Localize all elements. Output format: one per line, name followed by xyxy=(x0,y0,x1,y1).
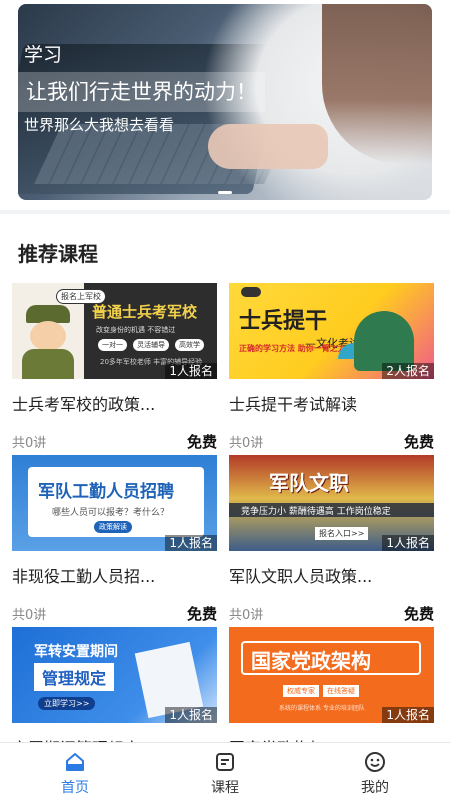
thumb-headline: 普通士兵考军校 xyxy=(92,303,198,321)
tab-label: 课程 xyxy=(211,780,239,796)
thumb-headline: 军队文职 xyxy=(269,471,349,495)
course-card[interactable]: 军队工勤人员招聘 哪些人员可以报考？考什么？ 政策解读 1人报名 非现役工勤人员… xyxy=(12,455,217,627)
thumb-tags: 权威专家 在线答疑 xyxy=(283,685,359,697)
recommended-courses-section: 推荐课程 报名上军校 普通士兵考军校 改变身份的机遇 不容错过 一对一 灵活辅导… xyxy=(0,214,450,759)
enroll-count-badge: 2人报名 xyxy=(382,363,434,379)
course-title: 士兵考军校的政策... xyxy=(12,395,156,414)
thumb-pill: 一对一 xyxy=(98,339,127,351)
bottom-tab-bar: 首页 课程 我的 xyxy=(0,742,450,800)
tab-label: 首页 xyxy=(61,780,89,796)
thumb-headline: 士兵提干 xyxy=(239,309,328,334)
lesson-count: 共0讲 xyxy=(229,608,264,623)
course-thumbnail: 士兵提干 —文化考试 正确的学习方法 助你一臂之力！ 2人报名 xyxy=(229,283,434,379)
course-card[interactable]: 报名上军校 普通士兵考军校 改变身份的机遇 不容错过 一对一 灵活辅导 高效学 … xyxy=(12,283,217,455)
course-title: 军队文职人员政策... xyxy=(229,567,373,586)
home-icon xyxy=(64,751,86,773)
lesson-count: 共0讲 xyxy=(12,608,47,623)
lesson-count: 共0讲 xyxy=(12,436,47,451)
thumb-footnote: 系统的课程体系 专业的培训团队 xyxy=(279,705,365,712)
course-card[interactable]: 军队文职 竞争压力小 薪酬待遇高 工作岗位稳定 报名入口>> 1人报名 军队文职… xyxy=(229,455,434,627)
course-meta: 共0讲 免费 xyxy=(12,431,217,452)
lesson-count: 共0讲 xyxy=(229,436,264,451)
course-title: 士兵提干考试解读 xyxy=(229,395,358,414)
course-grid: 报名上军校 普通士兵考军校 改变身份的机遇 不容错过 一对一 灵活辅导 高效学 … xyxy=(0,283,450,759)
soldier-body-graphic xyxy=(22,349,74,379)
banner-container: 学习 让我们行走世界的动力！ 世界那么大我想去看看 xyxy=(0,0,450,210)
thumb-button: 政策解读 xyxy=(94,521,132,533)
thumb-pills: 一对一 灵活辅导 高效学 xyxy=(98,339,204,351)
carousel-dot xyxy=(218,191,232,194)
course-title: 非现役工勤人员招... xyxy=(12,567,156,586)
banner-headline: 让我们行走世界的动力！ xyxy=(18,72,265,112)
course-thumbnail: 国家党政架构 权威专家 在线答疑 系统的课程体系 专业的培训团队 1人报名 xyxy=(229,627,434,723)
course-price: 免费 xyxy=(186,433,217,451)
thumb-button: 立即学习>> xyxy=(38,697,96,710)
tab-profile[interactable]: 我的 xyxy=(300,743,450,800)
course-price: 免费 xyxy=(186,605,217,623)
course-card[interactable]: 士兵提干 —文化考试 正确的学习方法 助你一臂之力！ 2人报名 士兵提干考试解读… xyxy=(229,283,434,455)
carousel-indicator xyxy=(218,191,232,194)
course-card[interactable]: 国家党政架构 权威专家 在线答疑 系统的课程体系 专业的培训团队 1人报名 国家… xyxy=(229,627,434,759)
course-thumbnail: 军队文职 竞争压力小 薪酬待遇高 工作岗位稳定 报名入口>> 1人报名 xyxy=(229,455,434,551)
thumb-subline: 改变身份的机遇 不容错过 xyxy=(96,326,176,334)
enroll-count-badge: 1人报名 xyxy=(165,535,217,551)
enroll-count-badge: 1人报名 xyxy=(165,363,217,379)
course-thumbnail: 报名上军校 普通士兵考军校 改变身份的机遇 不容错过 一对一 灵活辅导 高效学 … xyxy=(12,283,217,379)
profile-icon xyxy=(364,751,386,773)
thumb-pill: 高效学 xyxy=(175,339,204,351)
thumb-tag: 在线答疑 xyxy=(323,685,359,697)
soldier-graphic xyxy=(354,311,414,371)
banner-hand-graphic xyxy=(208,124,328,169)
thumb-button: 报名入口>> xyxy=(315,527,369,540)
thumb-subline: 哪些人员可以报考？考什么？ xyxy=(52,508,170,518)
thumb-headline: 军转安置期间 xyxy=(34,644,118,660)
thumb-headline: 国家党政架构 xyxy=(251,649,371,673)
soldier-face-graphic xyxy=(30,321,66,351)
banner-tag: 学习 xyxy=(24,44,63,66)
banner-carousel[interactable]: 学习 让我们行走世界的动力！ 世界那么大我想去看看 xyxy=(18,4,432,200)
course-thumbnail: 军转安置期间 管理规定 立即学习>> 1人报名 xyxy=(12,627,217,723)
course-meta: 共0讲 免费 xyxy=(12,603,217,624)
enroll-count-badge: 1人报名 xyxy=(382,535,434,551)
course-meta: 共0讲 免费 xyxy=(229,603,434,624)
enroll-count-badge: 1人报名 xyxy=(382,707,434,723)
tab-courses[interactable]: 课程 xyxy=(150,743,300,800)
tab-home[interactable]: 首页 xyxy=(0,743,150,800)
course-price: 免费 xyxy=(403,433,434,451)
course-thumbnail: 军队工勤人员招聘 哪些人员可以报考？考什么？ 政策解读 1人报名 xyxy=(12,455,217,551)
thumb-subline: 竞争压力小 薪酬待遇高 工作岗位稳定 xyxy=(241,507,391,517)
course-card[interactable]: 军转安置期间 管理规定 立即学习>> 1人报名 安置期间管理规定 xyxy=(12,627,217,759)
thumb-tag: 权威专家 xyxy=(283,685,319,697)
thumb-pill: 灵活辅导 xyxy=(133,339,169,351)
section-title: 推荐课程 xyxy=(18,242,98,266)
course-meta: 共0讲 免费 xyxy=(229,431,434,452)
tab-label: 我的 xyxy=(361,780,389,796)
thumb-headline: 军队工勤人员招聘 xyxy=(38,482,174,502)
course-icon xyxy=(214,751,236,773)
cloud-icon xyxy=(241,287,261,297)
enroll-count-badge: 1人报名 xyxy=(165,707,217,723)
banner-subline: 世界那么大我想去看看 xyxy=(24,116,175,134)
thumb-slogan: 正确的学习方法 助你一臂之力！ xyxy=(239,344,354,353)
thumb-plate: 管理规定 xyxy=(34,663,115,691)
course-price: 免费 xyxy=(403,605,434,623)
